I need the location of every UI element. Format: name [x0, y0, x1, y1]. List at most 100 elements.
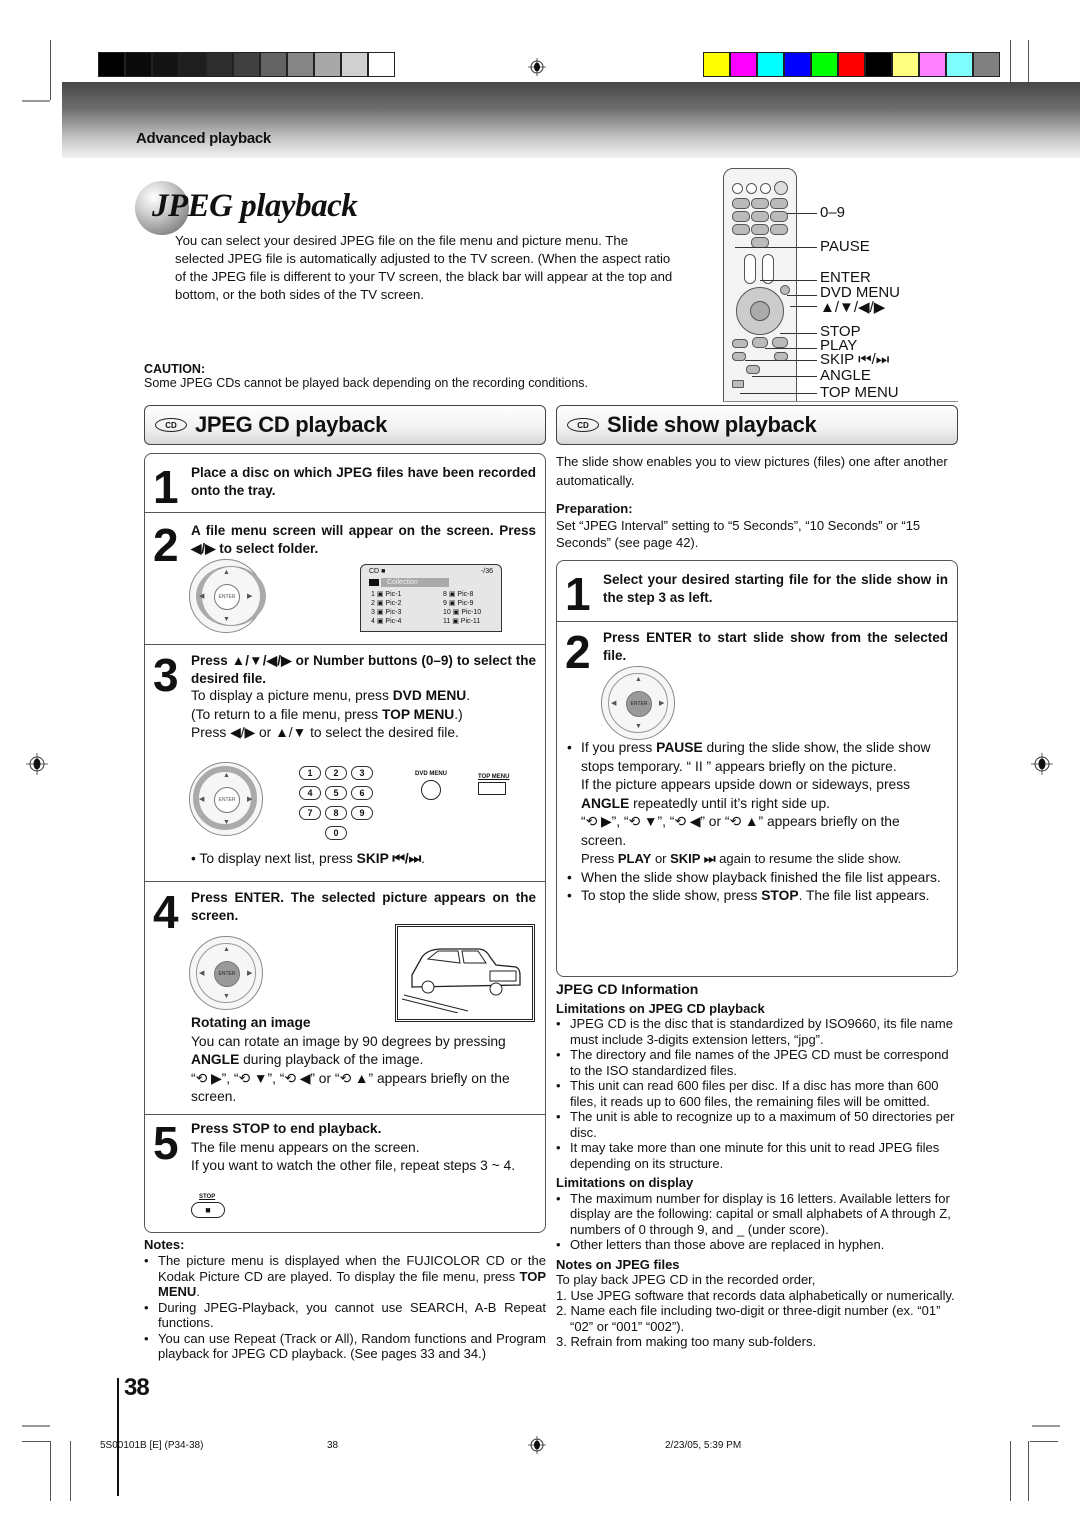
- number-key-6: 6: [351, 786, 373, 800]
- stop-button-label: STOP: [199, 1194, 216, 1200]
- registration-target-icon: [26, 753, 48, 775]
- grayscale-calibration-bar: [98, 52, 395, 77]
- color-swatch: [704, 53, 731, 76]
- page-number-rule: [117, 1378, 119, 1496]
- file-list-item: 8 ▣ Pic-8: [443, 591, 474, 598]
- dpad-all-arrows-icon: ENTER ▲ ▼ ◀ ▶: [189, 762, 263, 836]
- leader-line: [760, 280, 817, 281]
- preparation-title: Preparation:: [556, 501, 633, 516]
- leader-line: [787, 213, 817, 214]
- color-swatch: [866, 53, 893, 76]
- cd-icon: CD: [567, 418, 599, 432]
- jpeg-cd-playback-banner: CD JPEG CD playback: [144, 405, 546, 445]
- preparation-text: Set “JPEG Interval” setting to “5 Second…: [556, 518, 921, 550]
- remote-label-0-9: 0–9: [820, 204, 846, 221]
- page-number: 38: [124, 1374, 150, 1401]
- color-swatch: [758, 53, 785, 76]
- crop-mark: [70, 1441, 71, 1501]
- number-key-3: 3: [351, 766, 373, 780]
- notes-intro: To play back JPEG CD in the recorded ord…: [556, 1272, 816, 1287]
- leader-line: [740, 393, 817, 394]
- list-item: To stop the slide show, press STOP. The …: [567, 887, 947, 906]
- section-label: Advanced playback: [136, 130, 271, 147]
- step-5-text: Press STOP to end playback. The file men…: [191, 1121, 516, 1173]
- color-calibration-bar: [703, 52, 1000, 77]
- leader-line: [780, 333, 817, 334]
- image-file-icon: ▣: [374, 618, 386, 625]
- leader-line: [752, 376, 817, 377]
- step-heading: Press ▲/▼/◀/▶ or Number buttons (0–9) to…: [191, 653, 536, 686]
- slide-show-intro: The slide show enables you to view pictu…: [556, 454, 948, 488]
- footer-datetime: 2/23/05, 5:39 PM: [665, 1440, 742, 1451]
- gray-swatch: [369, 53, 394, 76]
- divider: [723, 401, 958, 402]
- gray-swatch: [315, 53, 342, 76]
- rotating-image-section: Rotating an image You can rotate an imag…: [191, 1015, 510, 1104]
- step-number: 1: [153, 461, 179, 513]
- file-list-item: 11 ▣ Pic-11: [443, 618, 481, 625]
- step-divider: [145, 644, 545, 645]
- step-heading: Press ENTER. The selected picture appear…: [191, 890, 536, 923]
- number-key-7: 7: [299, 806, 321, 820]
- crop-mark: [1028, 1441, 1029, 1501]
- color-swatch: [785, 53, 812, 76]
- gray-swatch: [126, 53, 153, 76]
- note-item: The picture menu is displayed when the F…: [144, 1253, 546, 1300]
- leader-line: [787, 295, 817, 296]
- dpad-left-right-icon: ENTER ▲ ▼ ◀ ▶: [189, 559, 266, 633]
- crop-mark: [1030, 1441, 1058, 1442]
- image-file-icon: ▣: [446, 591, 458, 598]
- slide-show-steps-panel: 1 Select your desired starting file for …: [556, 560, 958, 977]
- leader-line: [745, 360, 817, 361]
- numbered-note: 2. Name each file including two-digit or…: [556, 1303, 941, 1334]
- step-heading: Press ENTER to start slide show from the…: [603, 630, 948, 663]
- top-menu-button-label: TOP MENU: [478, 774, 510, 780]
- note-item: You can use Repeat (Track or All), Rando…: [144, 1331, 546, 1362]
- jpeg-cd-information: JPEG CD Information Limitations on JPEG …: [556, 981, 958, 1350]
- remote-label-arrows: ▲/▼/◀/▶: [820, 299, 886, 316]
- number-key-1: 1: [299, 766, 321, 780]
- color-swatch: [947, 53, 974, 76]
- caution-title: CAUTION:: [144, 362, 206, 376]
- list-item: When the slide show playback finished th…: [567, 869, 947, 888]
- registration-target-icon: [528, 58, 546, 76]
- leader-line: [765, 348, 817, 349]
- step-divider: [145, 512, 545, 513]
- numbered-note: 3. Refrain from making too many sub-fold…: [556, 1334, 817, 1349]
- gray-swatch: [288, 53, 315, 76]
- color-swatch: [839, 53, 866, 76]
- file-list-item: 3 ▣ Pic-3: [371, 609, 402, 616]
- step-number: 2: [153, 519, 179, 571]
- step-divider: [145, 1114, 545, 1115]
- list-item: The directory and file names of the JPEG…: [556, 1047, 958, 1078]
- step-divider: [557, 621, 957, 622]
- limitations-playback-title: Limitations on JPEG CD playback: [556, 1000, 765, 1016]
- number-key-0: 0: [325, 826, 347, 840]
- crop-mark: [50, 1441, 51, 1501]
- list-item: The unit is able to recognize up to a ma…: [556, 1109, 958, 1140]
- dpad-enter-icon: ENTER ▲ ▼ ◀ ▶: [189, 936, 263, 1010]
- crop-mark: [22, 1441, 50, 1442]
- number-key-5: 5: [325, 786, 347, 800]
- step-heading: Place a disc on which JPEG files have be…: [191, 465, 536, 498]
- image-file-icon: ▣: [374, 600, 386, 607]
- gray-swatch: [207, 53, 234, 76]
- slide-show-banner: CD Slide show playback: [556, 405, 958, 445]
- info-title: JPEG CD Information: [556, 981, 699, 997]
- color-swatch: [893, 53, 920, 76]
- step-heading: A file menu screen will appear on the sc…: [191, 523, 536, 556]
- crop-mark: [1010, 1441, 1011, 1501]
- numbered-note: 1. Use JPEG software that records data a…: [556, 1287, 955, 1303]
- folder-icon: [369, 579, 379, 586]
- step-number: 5: [153, 1117, 179, 1169]
- section-title: Slide show playback: [607, 412, 817, 437]
- image-file-icon: ▣: [450, 609, 462, 616]
- slide-show-bullets: If you press PAUSE during the slide show…: [567, 739, 947, 906]
- folder-name: Collection: [381, 578, 449, 587]
- page-title: JPEG playback: [152, 188, 358, 224]
- dvd-menu-button-label: DVD MENU: [415, 771, 448, 777]
- caution-text: Some JPEG CDs cannot be played back depe…: [144, 376, 589, 390]
- step-heading: Select your desired starting file for th…: [603, 572, 948, 605]
- remote-control-illustration: [723, 168, 797, 402]
- step-text: To display a picture menu, press DVD MEN…: [191, 688, 471, 740]
